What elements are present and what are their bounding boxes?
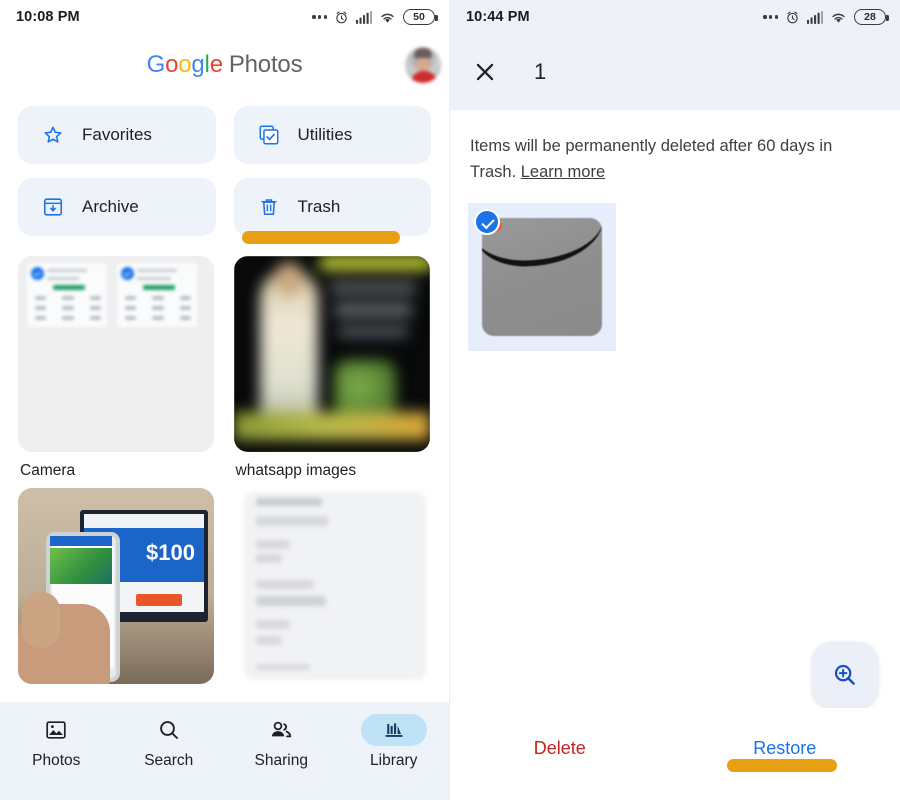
status-icons: 28 — [763, 9, 889, 25]
album-row2-document[interactable] — [233, 488, 432, 684]
library-chip-grid: Favorites Utilities Archive Trash — [0, 96, 449, 244]
logo-letter-e: e — [209, 51, 223, 78]
status-time: 10:08 PM — [16, 9, 80, 25]
signal-icon — [356, 10, 372, 24]
chip-favorites[interactable]: Favorites — [18, 106, 216, 164]
google-photos-logo: Google Photos — [147, 51, 303, 79]
library-books-icon — [385, 723, 403, 737]
more-dots-icon — [763, 15, 778, 19]
nav-pill — [248, 714, 314, 746]
album-thumbnail — [233, 256, 430, 452]
people-icon — [272, 721, 292, 738]
search-icon — [159, 721, 178, 739]
album-whatsapp-images[interactable]: whatsapp images — [233, 256, 432, 480]
battery-icon: 28 — [854, 9, 889, 25]
trash-can-icon — [260, 199, 277, 216]
selection-count: 1 — [534, 59, 547, 84]
album-grid: Camera whatsapp images $100 — [0, 236, 449, 684]
nav-label: Sharing — [254, 752, 308, 769]
album-row2-photo[interactable]: $100 — [18, 488, 216, 684]
nav-pill — [23, 714, 89, 746]
more-dots-icon — [312, 15, 327, 19]
chip-label: Utilities — [297, 125, 353, 144]
trash-retention-notice: Items will be permanently deleted after … — [450, 110, 900, 191]
chip-utilities[interactable]: Utilities — [233, 106, 431, 164]
utilities-checkbox-icon — [259, 125, 278, 145]
logo-letter-o2: o — [178, 51, 192, 78]
zoom-in-fab[interactable] — [812, 642, 878, 708]
photo-icon — [46, 721, 66, 739]
logo-letter-o1: o — [165, 51, 179, 78]
zoom-in-icon — [834, 664, 855, 685]
delete-button[interactable]: Delete — [534, 738, 586, 759]
nav-item-photos[interactable]: Photos — [6, 714, 106, 770]
album-title: Camera — [20, 462, 76, 479]
album-thumbnail: $100 — [18, 488, 214, 684]
chip-label: Favorites — [82, 125, 152, 144]
status-bar-right: 10:44 PM 28 — [450, 0, 900, 34]
close-x-icon[interactable] — [472, 59, 498, 85]
alarm-icon — [787, 11, 798, 23]
album-title: whatsapp images — [235, 462, 357, 479]
battery-level: 50 — [413, 11, 425, 23]
trash-item-grid — [450, 191, 900, 352]
album-thumbnail — [18, 256, 214, 452]
app-header: Google Photos — [0, 34, 449, 96]
restore-label: Restore — [753, 738, 817, 758]
nav-item-sharing[interactable]: Sharing — [231, 714, 331, 770]
learn-more-link[interactable]: Learn more — [521, 163, 605, 181]
dual-screenshot-comparison: 10:08 PM 50 Google Photos Favorites Util… — [0, 0, 900, 800]
nav-item-search[interactable]: Search — [119, 714, 219, 770]
nav-pill-active — [360, 714, 427, 746]
star-icon — [44, 126, 62, 143]
wifi-icon — [832, 13, 845, 23]
album-camera[interactable]: Camera — [18, 256, 216, 480]
trash-item[interactable] — [468, 203, 616, 352]
logo-letter-g2: g — [191, 51, 205, 78]
nav-label: Library — [370, 752, 418, 769]
chip-trash[interactable]: Trash — [233, 178, 431, 244]
trash-action-bar: Delete Restore — [450, 708, 900, 800]
status-bar-left: 10:08 PM 50 — [0, 0, 449, 34]
right-phone-screen: 10:44 PM 28 1 Items will be permanently … — [450, 0, 900, 800]
restore-button[interactable]: Restore — [727, 738, 838, 772]
wifi-icon — [381, 13, 394, 23]
left-phone-screen: 10:08 PM 50 Google Photos Favorites Util… — [0, 0, 450, 800]
trash-item-thumbnail — [482, 218, 602, 337]
chip-label: Archive — [82, 197, 139, 216]
archive-box-icon — [43, 198, 63, 216]
nav-label: Photos — [32, 752, 81, 769]
selection-toolbar: 1 — [450, 34, 900, 110]
nav-pill — [136, 714, 202, 746]
bottom-navigation-bar: Photos Search Sharing Library — [0, 702, 449, 800]
logo-letter-g: G — [146, 51, 166, 78]
status-time: 10:44 PM — [466, 9, 530, 25]
nav-label: Search — [144, 752, 194, 769]
check-circle-icon[interactable] — [474, 209, 500, 236]
signal-icon — [807, 10, 823, 24]
battery-icon: 50 — [403, 9, 438, 25]
nav-item-library[interactable]: Library — [344, 714, 444, 770]
highlight-marker-restore — [727, 759, 838, 772]
logo-word-photos: Photos — [228, 51, 303, 78]
album-thumbnail — [233, 488, 430, 684]
chip-archive[interactable]: Archive — [18, 178, 216, 236]
avatar[interactable] — [405, 47, 441, 83]
battery-level: 28 — [864, 11, 876, 23]
status-icons: 50 — [312, 9, 438, 25]
chip-label: Trash — [297, 197, 341, 216]
alarm-icon — [336, 11, 347, 23]
